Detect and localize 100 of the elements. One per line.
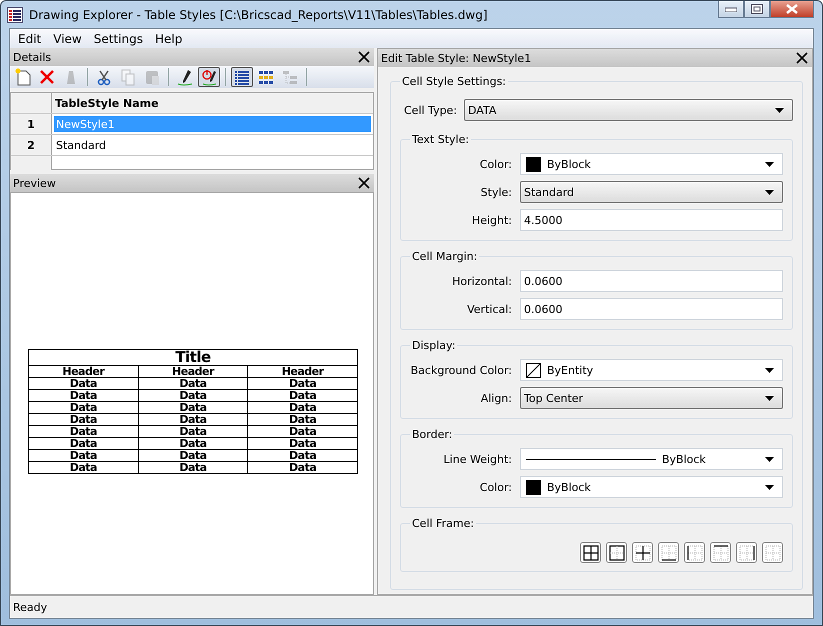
field-label: Vertical: xyxy=(466,302,513,316)
table-cell: Data xyxy=(248,438,358,450)
table-cell: Data xyxy=(138,378,248,390)
border-toggle-button[interactable] xyxy=(684,542,705,563)
menu-item[interactable]: Edit xyxy=(12,32,48,46)
group-title: Text Style: xyxy=(411,133,470,146)
color-swatch-icon xyxy=(526,156,541,172)
top-border-icon xyxy=(712,544,730,562)
maximize-button[interactable] xyxy=(744,1,770,18)
table-cell: Data xyxy=(138,450,248,462)
border-toggle-button[interactable] xyxy=(736,542,757,563)
field-label: Line Weight: xyxy=(442,452,513,466)
table-cell: Data xyxy=(28,414,138,426)
border-toggle-button[interactable] xyxy=(710,542,731,563)
color-dropdown[interactable]: ByBlock xyxy=(520,153,783,175)
field-label: Color: xyxy=(478,158,513,170)
close-button[interactable] xyxy=(770,1,814,18)
field-label: Background Color: xyxy=(410,364,513,376)
field-label: Align: xyxy=(480,392,513,404)
table-cell: Data xyxy=(248,462,358,474)
copy-icon xyxy=(119,68,137,86)
menu-item[interactable]: Help xyxy=(148,32,188,46)
input-field[interactable]: 0.0600 xyxy=(520,270,783,292)
caret-icon xyxy=(765,396,774,400)
table-header: Header xyxy=(248,366,358,378)
lineweight-dropdown[interactable]: ByBlock xyxy=(520,448,783,470)
table-cell: Data xyxy=(248,426,358,438)
right-border-icon xyxy=(738,544,756,562)
pen-power-icon xyxy=(200,68,218,86)
caret-icon xyxy=(775,108,784,112)
border-toggle-button[interactable] xyxy=(606,542,627,563)
group-title: Cell Frame: xyxy=(411,517,476,530)
toolbar-button[interactable] xyxy=(198,67,220,87)
dropdown[interactable]: Top Center xyxy=(520,387,783,409)
table-header: Header xyxy=(138,366,248,378)
status-text: Ready xyxy=(13,600,48,614)
table-cell: Data xyxy=(248,450,358,462)
table-cell: Data xyxy=(28,426,138,438)
border-toggle-button[interactable] xyxy=(580,542,601,563)
tree-icon xyxy=(281,68,299,86)
outside-border-icon xyxy=(608,544,626,562)
grid-icon xyxy=(257,68,275,86)
window-title: Drawing Explorer - Table Styles [C:\Bricscad_Reports\V11\Tables\Tables.dwg] xyxy=(29,8,489,22)
table-cell: Data xyxy=(28,450,138,462)
border-toggle-button[interactable] xyxy=(658,542,679,563)
group-title: Border: xyxy=(411,428,454,441)
table-cell: Data xyxy=(28,462,138,474)
panel-title: Details xyxy=(13,50,52,64)
close-icon[interactable] xyxy=(358,51,370,63)
input-field[interactable]: 4.5000 xyxy=(520,209,783,231)
panel-title: Edit Table Style: NewStyle1 xyxy=(381,52,532,64)
row-number: 2 xyxy=(11,135,52,155)
details-list-icon xyxy=(233,68,251,86)
table-title: Title xyxy=(28,350,358,366)
maximize-icon xyxy=(751,4,763,14)
border-toggle-button[interactable] xyxy=(632,542,653,563)
table-cell: Data xyxy=(138,426,248,438)
close-icon xyxy=(786,4,798,14)
menu-item[interactable]: View xyxy=(47,32,88,46)
table-cell: Data xyxy=(28,390,138,402)
table-cell: Data xyxy=(28,402,138,414)
table-cell: Data xyxy=(138,390,248,402)
field-label: Cell Type: xyxy=(403,104,458,116)
panel-title: Preview xyxy=(13,176,56,190)
all-borders-icon xyxy=(582,544,600,562)
table-cell: Data xyxy=(248,390,358,402)
new-icon xyxy=(14,68,32,86)
left-border-icon xyxy=(686,544,704,562)
close-icon[interactable] xyxy=(358,177,370,189)
table-row[interactable]: Standard xyxy=(54,137,371,153)
app-icon xyxy=(7,6,23,22)
caret-icon xyxy=(765,162,774,166)
field-label: Color: xyxy=(478,480,513,494)
delete-icon xyxy=(38,68,56,86)
minimize-icon xyxy=(725,6,737,12)
color-dropdown[interactable]: ByBlock xyxy=(520,476,783,498)
caret-icon xyxy=(765,190,774,194)
dropdown[interactable]: Standard xyxy=(520,181,783,203)
table-cell: Data xyxy=(28,378,138,390)
field-label: Style: xyxy=(480,186,513,198)
table-cell: Data xyxy=(138,438,248,450)
pen-icon xyxy=(176,68,194,86)
input-field[interactable]: 0.0600 xyxy=(520,298,783,320)
table-cell: Data xyxy=(248,414,358,426)
table-cell: Data xyxy=(138,414,248,426)
table-cell: Data xyxy=(248,378,358,390)
dropdown[interactable]: DATA xyxy=(464,99,793,121)
caret-icon xyxy=(765,456,774,462)
paste-icon xyxy=(143,68,161,86)
menu-item[interactable]: Settings xyxy=(88,32,149,46)
close-icon[interactable] xyxy=(796,52,808,64)
bottom-border-icon xyxy=(660,544,678,562)
border-toggle-button[interactable] xyxy=(762,542,783,563)
group-title: Display: xyxy=(411,339,456,352)
field-label: Horizontal: xyxy=(451,274,513,288)
group-title: Cell Margin: xyxy=(411,250,478,263)
minimize-button[interactable] xyxy=(718,1,744,18)
caret-icon xyxy=(765,484,774,490)
color-dropdown[interactable]: ByEntity xyxy=(520,359,783,381)
table-header: Header xyxy=(28,366,138,378)
